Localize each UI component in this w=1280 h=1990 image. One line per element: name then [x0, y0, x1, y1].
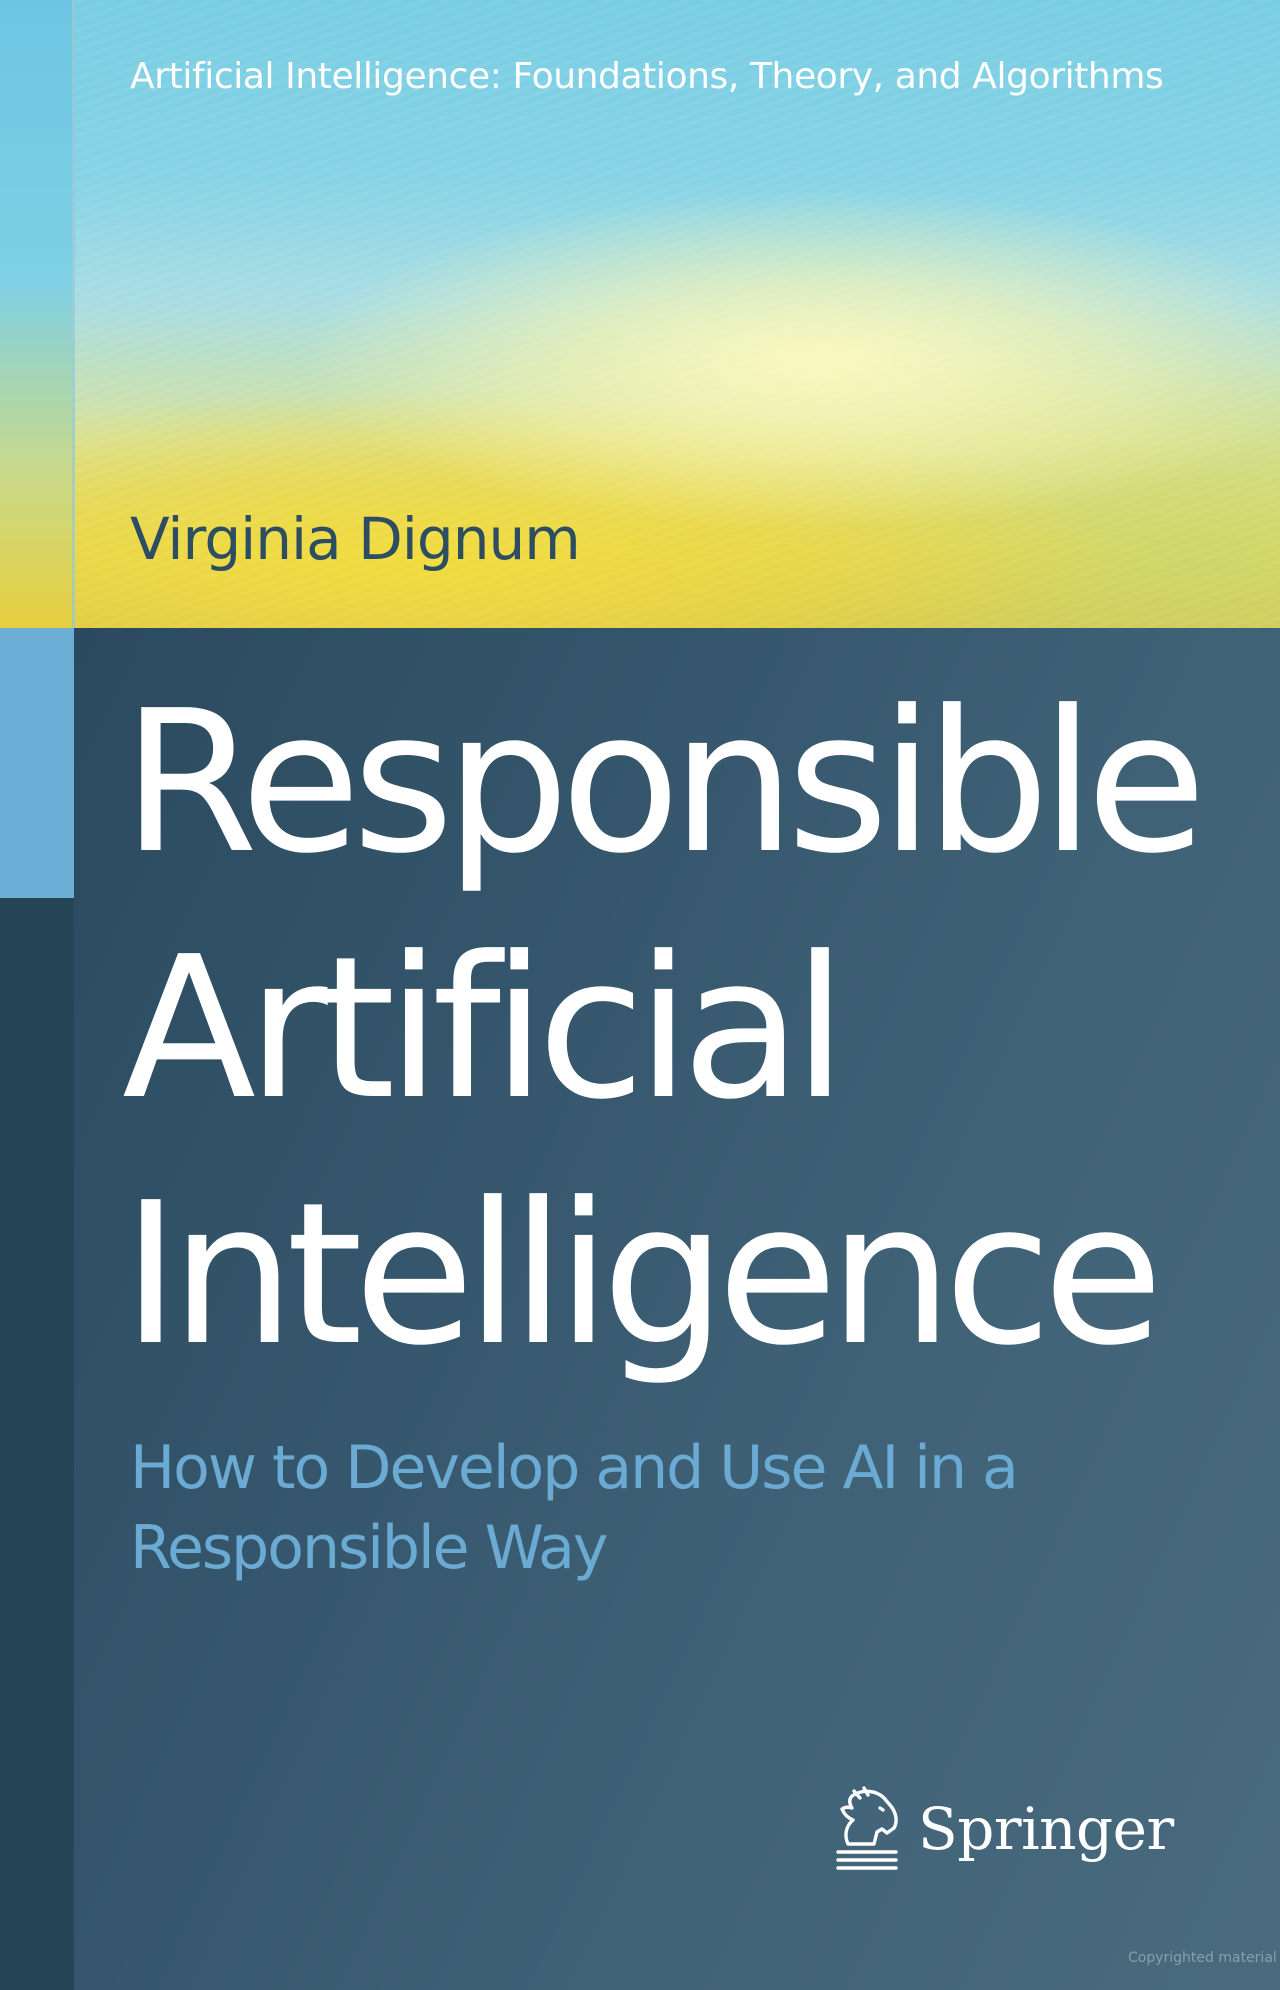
- author-name: Virginia Dignum: [130, 505, 581, 573]
- book-subtitle-line: How to Develop and Use AI in a: [130, 1433, 1019, 1503]
- book-title-line: Responsible: [122, 669, 1207, 897]
- publisher-mark: Springer: [830, 1786, 1174, 1872]
- left-strip-top: [0, 0, 72, 628]
- book-title: Responsible Artificial Intelligence: [122, 660, 1207, 1398]
- book-subtitle: How to Develop and Use AI in a Responsib…: [130, 1428, 1019, 1588]
- book-cover: Artificial Intelligence: Foundations, Th…: [0, 0, 1280, 1990]
- left-accent-block: [0, 628, 74, 898]
- springer-horse-logo-icon: [836, 1786, 898, 1870]
- book-subtitle-line: Responsible Way: [130, 1513, 608, 1583]
- series-title: Artificial Intelligence: Foundations, Th…: [130, 56, 1164, 97]
- publisher-name: Springer: [918, 1795, 1174, 1863]
- copyright-watermark: Copyrighted material: [1128, 1950, 1277, 1966]
- book-title-line: Artificial: [122, 915, 847, 1143]
- book-title-line: Intelligence: [122, 1161, 1163, 1389]
- left-strip-divider: [72, 0, 75, 628]
- left-strip-bottom: [0, 898, 74, 1990]
